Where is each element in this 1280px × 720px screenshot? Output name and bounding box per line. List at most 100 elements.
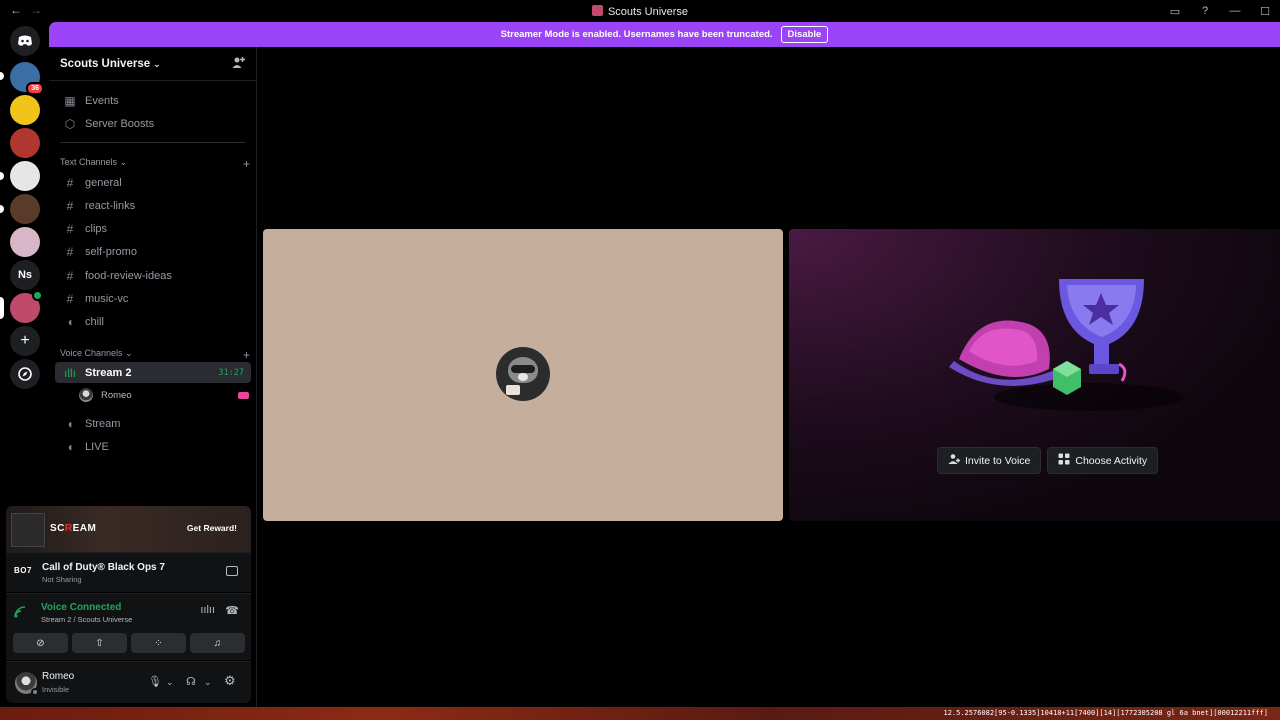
voice-channel-live[interactable]: ◖ LIVE bbox=[55, 436, 251, 457]
channel-chill[interactable]: ◖ chill bbox=[55, 311, 251, 332]
participant-avatar bbox=[496, 347, 550, 401]
channel-general[interactable]: # general bbox=[55, 172, 251, 193]
promo-banner[interactable]: SCREAM Get Reward! bbox=[6, 506, 251, 552]
category-voice-channels[interactable]: Voice Channels ⌄ + bbox=[60, 348, 250, 362]
activity-tile: Invite to Voice Choose Activity bbox=[789, 229, 1280, 521]
chevron-down-icon: ⌄ bbox=[125, 348, 133, 358]
server-icon-2[interactable] bbox=[10, 95, 40, 125]
add-server-icon[interactable]: + bbox=[10, 326, 40, 356]
unread-pip bbox=[0, 72, 4, 80]
chevron-down-icon: ⌄ bbox=[119, 157, 128, 167]
sidebar-item-server-boosts[interactable]: ⬡ Server Boosts bbox=[55, 113, 251, 134]
chevron-down-icon[interactable]: ⌄ bbox=[166, 677, 174, 688]
headphones-icon[interactable]: ☊ bbox=[186, 675, 196, 688]
server-icon-scouts-universe[interactable] bbox=[10, 290, 43, 323]
compass-icon[interactable] bbox=[10, 359, 40, 389]
voice-connection-panel: Voice Connected Stream 2 / Scouts Univer… bbox=[6, 593, 251, 660]
boost-icon: ⬡ bbox=[64, 116, 76, 131]
participant-tile-romeo[interactable] bbox=[263, 229, 783, 521]
signal-icon[interactable] bbox=[13, 605, 27, 622]
voice-timer: 31:27 bbox=[218, 367, 244, 378]
help-icon[interactable]: ? bbox=[1190, 5, 1220, 17]
trophy-illustration bbox=[949, 279, 1184, 411]
channel-music-vc[interactable]: # music-vc bbox=[55, 288, 251, 309]
voice-status[interactable]: Voice Connected bbox=[41, 602, 121, 613]
activities-button[interactable]: ⁘ bbox=[131, 633, 186, 653]
voice-channel-stream[interactable]: ◖ Stream bbox=[55, 413, 251, 434]
speaker-icon: ◖ bbox=[66, 416, 74, 431]
server-header[interactable]: Scouts Universe ⌄ bbox=[49, 47, 256, 81]
minimize-button[interactable]: — bbox=[1220, 5, 1250, 17]
user-status: Invisible bbox=[42, 685, 70, 694]
settings-gear-icon[interactable]: ⚙ bbox=[224, 673, 236, 689]
hashtag-icon: # bbox=[66, 175, 74, 190]
disable-streamer-mode-button[interactable]: Disable bbox=[780, 26, 829, 43]
chevron-down-icon[interactable]: ⌄ bbox=[204, 677, 212, 688]
server-icon-6[interactable] bbox=[10, 227, 40, 257]
get-reward-button[interactable]: Get Reward! bbox=[187, 523, 237, 533]
speaker-icon: ◖ bbox=[66, 314, 74, 329]
soundboard-button[interactable]: ♫ bbox=[190, 633, 245, 653]
activities-icon bbox=[1058, 453, 1070, 468]
username[interactable]: Romeo bbox=[42, 671, 74, 682]
invite-people-icon[interactable] bbox=[232, 56, 245, 72]
speaker-icon: ◖ bbox=[66, 439, 74, 454]
desktop-taskbar: 12.5.2576082[95-0.1335]10418+11[7400][14… bbox=[0, 707, 1280, 720]
banner-text: Streamer Mode is enabled. Usernames have… bbox=[500, 29, 773, 40]
create-channel-icon[interactable]: + bbox=[243, 157, 250, 171]
create-channel-icon[interactable]: + bbox=[243, 348, 250, 362]
voice-user-romeo[interactable]: Romeo bbox=[79, 386, 249, 404]
server-icon-4[interactable] bbox=[10, 161, 40, 191]
selected-pip bbox=[0, 297, 4, 319]
server-icon-3[interactable] bbox=[10, 128, 40, 158]
server-name: Scouts Universe ⌄ bbox=[60, 57, 161, 70]
inbox-icon[interactable]: ▭ bbox=[1160, 5, 1190, 18]
promo-logo: SCREAM bbox=[50, 523, 97, 534]
channel-food-review-ideas[interactable]: # food-review-ideas bbox=[55, 265, 251, 286]
screen-share-button[interactable]: ⇧ bbox=[72, 633, 127, 653]
disconnect-icon[interactable]: ☎ bbox=[225, 604, 239, 617]
server-icon-1[interactable]: 36 bbox=[10, 62, 44, 95]
live-stream-icon bbox=[238, 391, 249, 399]
channel-self-promo[interactable]: # self-promo bbox=[55, 241, 251, 262]
hashtag-icon: # bbox=[66, 244, 74, 259]
choose-activity-button[interactable]: Choose Activity bbox=[1047, 447, 1159, 474]
status-indicator bbox=[31, 688, 39, 696]
window-controls: ▭ ? — ☐ bbox=[1160, 0, 1280, 22]
streamer-mode-banner: Streamer Mode is enabled. Usernames have… bbox=[49, 22, 1280, 47]
voice-channel-stream-2[interactable]: ıllı Stream 2 31:27 bbox=[55, 362, 251, 383]
share-screen-icon[interactable] bbox=[226, 566, 238, 576]
game-name: Call of Duty® Black Ops 7 bbox=[42, 562, 165, 573]
screen-share-icon: ⇧ bbox=[95, 637, 104, 649]
hashtag-icon: # bbox=[66, 291, 74, 306]
server-icon-ns[interactable]: Ns bbox=[10, 260, 40, 290]
server-icon-5[interactable] bbox=[10, 194, 40, 224]
unread-pip bbox=[0, 172, 4, 180]
channel-react-links[interactable]: # react-links bbox=[55, 195, 251, 216]
title-bar: ← → Scouts Universe ▭ ? — ☐ bbox=[0, 0, 1280, 22]
hashtag-icon: # bbox=[66, 221, 74, 236]
hashtag-icon: # bbox=[66, 268, 74, 283]
camera-button[interactable]: ⊘ bbox=[13, 633, 68, 653]
soundboard-icon: ♫ bbox=[213, 637, 222, 649]
sidebar-item-events[interactable]: ▦ Events bbox=[55, 90, 251, 111]
voice-stage: Invite to Voice Choose Activity bbox=[257, 47, 1280, 720]
maximize-button[interactable]: ☐ bbox=[1250, 5, 1280, 18]
window-title: Scouts Universe bbox=[0, 5, 1280, 18]
mention-badge: 36 bbox=[26, 82, 44, 95]
category-text-channels[interactable]: Text Channels ⌄ + bbox=[60, 157, 250, 171]
invite-to-voice-button[interactable]: Invite to Voice bbox=[937, 447, 1042, 474]
hashtag-icon: # bbox=[66, 198, 74, 213]
discord-home-icon[interactable] bbox=[10, 26, 40, 56]
microphone-icon[interactable]: 🎙︎ bbox=[148, 675, 162, 688]
chevron-down-icon: ⌄ bbox=[153, 58, 161, 69]
server-icon bbox=[591, 5, 603, 16]
game-activity-panel: BO7 Call of Duty® Black Ops 7 Not Sharin… bbox=[6, 552, 251, 592]
voice-location[interactable]: Stream 2 / Scouts Universe bbox=[41, 615, 132, 624]
stream-icon: ıllı bbox=[64, 365, 76, 380]
noise-suppression-icon[interactable]: ıılıı bbox=[200, 604, 215, 616]
divider bbox=[60, 142, 245, 143]
channel-clips[interactable]: # clips bbox=[55, 218, 251, 239]
voice-badge bbox=[32, 290, 43, 301]
camera-off-icon: ⊘ bbox=[36, 637, 45, 649]
